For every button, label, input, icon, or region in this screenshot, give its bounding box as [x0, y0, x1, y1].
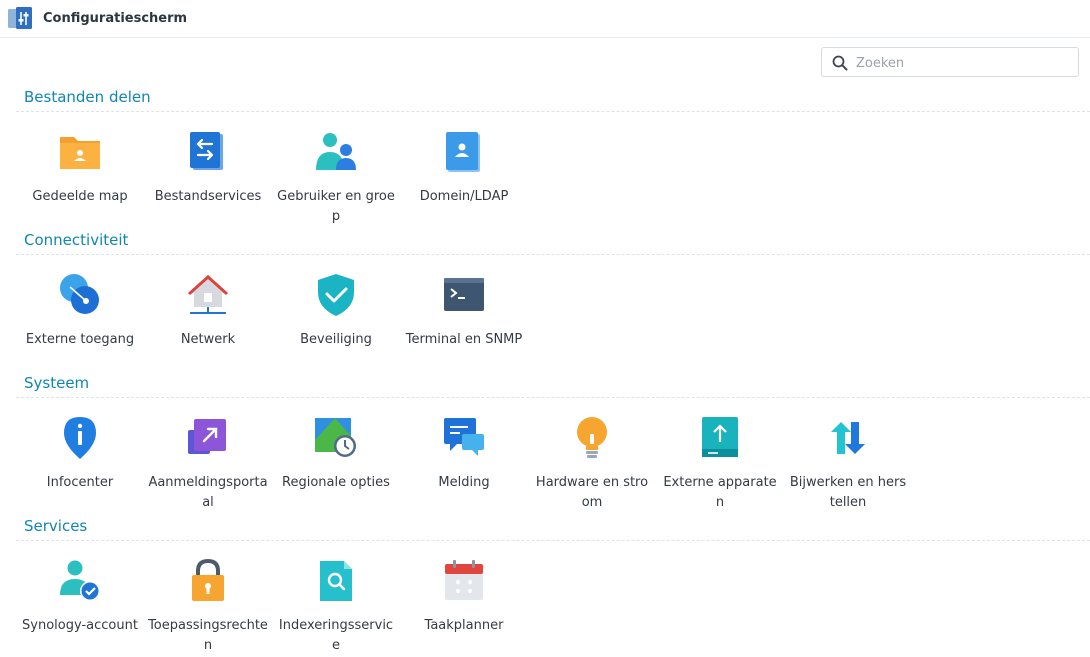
chat-bubble-icon	[444, 418, 484, 456]
section-title-file-sharing: Bestanden delen	[24, 88, 151, 106]
window-title: Configuratiescherm	[43, 11, 188, 26]
section-divider	[16, 111, 1090, 112]
item-label: Hardware en stroom	[535, 475, 649, 510]
item-label: Infocenter	[46, 475, 114, 490]
item-security[interactable]: Beveiliging	[272, 271, 400, 350]
item-label: Gedeelde map	[32, 189, 128, 204]
globe-icon	[60, 274, 99, 314]
folder-icon	[60, 137, 100, 169]
search-box[interactable]	[821, 47, 1079, 77]
section-title-system: Systeem	[24, 374, 90, 392]
item-indexing-service[interactable]: Indexeringsservice	[272, 557, 400, 656]
item-task-scheduler[interactable]: Taakplanner	[400, 557, 528, 636]
item-label: Terminal en SNMP	[405, 332, 523, 347]
item-info-center[interactable]: Infocenter	[16, 414, 144, 493]
portal-arrow-icon	[188, 419, 226, 454]
refresh-arrows-icon	[831, 422, 865, 454]
file-transfer-icon	[190, 132, 223, 170]
house-network-icon	[188, 275, 228, 314]
item-label: Regionale opties	[282, 475, 390, 490]
item-label: Bijwerken en herstellen	[789, 475, 907, 510]
search-file-icon	[320, 561, 352, 601]
item-login-portal[interactable]: Aanmeldingsportaal	[144, 414, 272, 513]
item-label: Toepassingsrechten	[148, 618, 268, 653]
item-label: Externe apparaten	[663, 475, 777, 510]
section-divider	[16, 540, 1090, 541]
item-file-services[interactable]: Bestandservices	[144, 128, 272, 207]
item-label: Aanmeldingsportaal	[148, 475, 268, 510]
item-notification[interactable]: Melding	[400, 414, 528, 493]
lock-icon	[192, 558, 224, 601]
item-label: Domein/LDAP	[419, 189, 509, 204]
info-pin-icon	[64, 417, 96, 459]
title-bar: Configuratiescherm	[0, 0, 1090, 38]
search-input[interactable]	[854, 52, 1073, 74]
item-synology-account[interactable]: Synology-account	[16, 557, 144, 636]
item-label: Melding	[438, 475, 490, 490]
search-icon	[832, 55, 848, 71]
control-panel-app-icon	[8, 7, 32, 29]
lightbulb-icon	[577, 417, 607, 458]
item-shared-folder[interactable]: Gedeelde map	[16, 128, 144, 207]
item-external-devices[interactable]: Externe apparaten	[656, 414, 784, 513]
item-label: Beveiliging	[300, 332, 372, 347]
item-regional-options[interactable]: Regionale opties	[272, 414, 400, 493]
item-external-access[interactable]: Externe toegang	[16, 271, 144, 350]
item-network[interactable]: Netwerk	[144, 271, 272, 350]
shield-icon	[318, 274, 354, 316]
section-divider	[16, 254, 1090, 255]
item-label: Bestandservices	[154, 189, 262, 204]
item-update-restore[interactable]: Bijwerken en herstellen	[784, 414, 912, 513]
item-label: Taakplanner	[424, 618, 504, 633]
item-app-privileges[interactable]: Toepassingsrechten	[144, 557, 272, 656]
item-terminal-snmp[interactable]: Terminal en SNMP	[400, 271, 528, 350]
item-user-group[interactable]: Gebruiker en groep	[272, 128, 400, 227]
item-hardware-power[interactable]: Hardware en stroom	[528, 414, 656, 513]
section-title-services: Services	[24, 517, 88, 535]
item-label: Indexeringsservice	[278, 618, 394, 653]
item-label: Netwerk	[180, 332, 236, 347]
upload-drive-icon	[702, 417, 738, 457]
item-label: Externe toegang	[25, 332, 135, 347]
item-label: Synology-account	[22, 618, 138, 633]
item-domain-ldap[interactable]: Domein/LDAP	[400, 128, 528, 207]
terminal-icon	[444, 278, 484, 311]
section-divider	[16, 397, 1090, 398]
item-label: Gebruiker en groep	[277, 189, 395, 224]
section-title-connectivity: Connectiviteit	[24, 231, 129, 249]
calendar-icon	[445, 560, 483, 600]
user-check-icon	[60, 560, 100, 601]
map-clock-icon	[315, 418, 356, 457]
users-icon	[316, 133, 356, 170]
domain-icon	[446, 132, 480, 172]
